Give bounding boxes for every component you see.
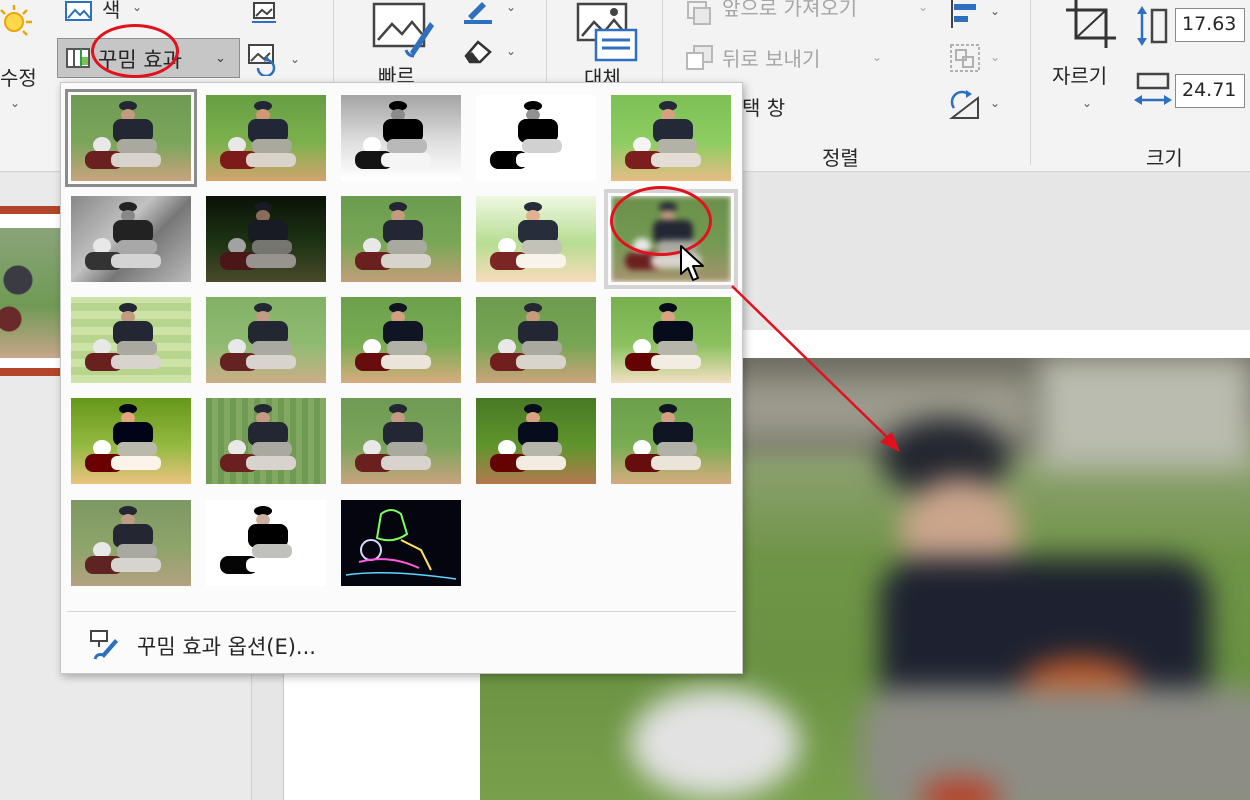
mouse-cursor-icon bbox=[680, 245, 704, 281]
annotation-arrow bbox=[731, 285, 900, 452]
